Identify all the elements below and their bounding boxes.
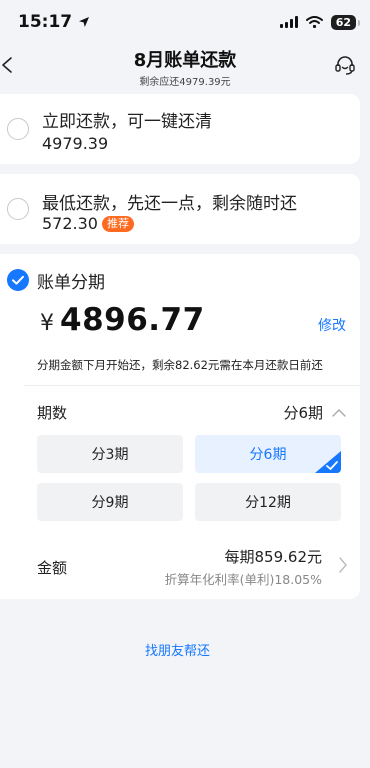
minimum-payment-amount: 572.30 — [42, 214, 98, 233]
page-title: 8月账单还款 — [133, 50, 237, 71]
wifi-icon — [305, 16, 323, 28]
battery-indicator: 62 — [330, 14, 361, 30]
period-option-label: 分3期 — [91, 447, 129, 463]
option-full-payment[interactable]: 立即还款，可一键还清 4979.39 — [0, 94, 360, 164]
period-option-12[interactable]: 分12期 — [195, 483, 341, 521]
currency-symbol: ¥ — [40, 311, 54, 336]
signal-icon — [279, 16, 298, 28]
installment-title: 账单分期 — [37, 273, 105, 293]
period-option-3[interactable]: 分3期 — [37, 435, 183, 473]
ask-friend-link[interactable]: 找朋友帮还 — [0, 640, 355, 659]
amount-label: 金额 — [37, 559, 68, 577]
location-arrow-icon — [79, 17, 90, 27]
period-option-9[interactable]: 分9期 — [37, 483, 183, 521]
divider — [24, 533, 360, 534]
status-bar: 15:17 62 — [0, 0, 370, 44]
period-value: 分6期 — [283, 404, 323, 422]
period-option-6[interactable]: 分6期 — [195, 435, 341, 473]
option-minimum-payment[interactable]: 最低还款，先还一点，剩余随时还 572.30 推荐 — [0, 174, 360, 244]
period-label: 期数 — [37, 404, 68, 422]
full-payment-amount-row: 4979.39 — [42, 134, 108, 153]
page-subtitle: 剩余应还4979.39元 — [139, 77, 231, 88]
installment-note: 分期金额下月开始还，剩余82.62元需在本月还款日前还 — [37, 358, 323, 372]
minimum-payment-amount-row: 572.30 推荐 — [42, 214, 134, 233]
chevron-up-icon — [332, 408, 346, 417]
chevron-right-icon[interactable] — [338, 556, 348, 574]
installment-check-icon[interactable] — [7, 269, 29, 291]
installment-amount-row: ¥ 4896.77 — [40, 302, 205, 338]
annual-rate-text: 折算年化利率(单利)18.05% — [164, 572, 322, 587]
nav-bar: 8月账单还款 剩余应还4979.39元 — [0, 44, 370, 88]
installment-amount: 4896.77 — [60, 302, 205, 338]
full-payment-amount: 4979.39 — [42, 134, 109, 153]
status-time-group: 15:17 — [18, 12, 90, 32]
minimum-payment-radio[interactable] — [7, 198, 29, 220]
edit-amount-link[interactable]: 修改 — [318, 315, 346, 335]
divider — [24, 385, 360, 386]
period-selector-toggle[interactable]: 分6期 — [283, 402, 347, 423]
nav-title-group: 8月账单还款 剩余应还4979.39元 — [0, 46, 370, 88]
period-option-label: 分6期 — [249, 447, 287, 463]
status-indicators: 62 — [279, 14, 361, 30]
selected-check-icon — [315, 451, 341, 473]
period-option-label: 分9期 — [91, 495, 129, 511]
customer-service-icon[interactable] — [332, 52, 358, 78]
per-period-amount[interactable]: 每期859.62元 — [225, 546, 323, 567]
full-payment-radio[interactable] — [7, 118, 29, 140]
period-option-label: 分12期 — [245, 495, 291, 511]
full-payment-title: 立即还款，可一键还清 — [42, 112, 212, 132]
recommend-badge: 推荐 — [101, 215, 134, 232]
minimum-payment-title: 最低还款，先还一点，剩余随时还 — [42, 194, 297, 214]
status-time: 15:17 — [18, 12, 73, 32]
